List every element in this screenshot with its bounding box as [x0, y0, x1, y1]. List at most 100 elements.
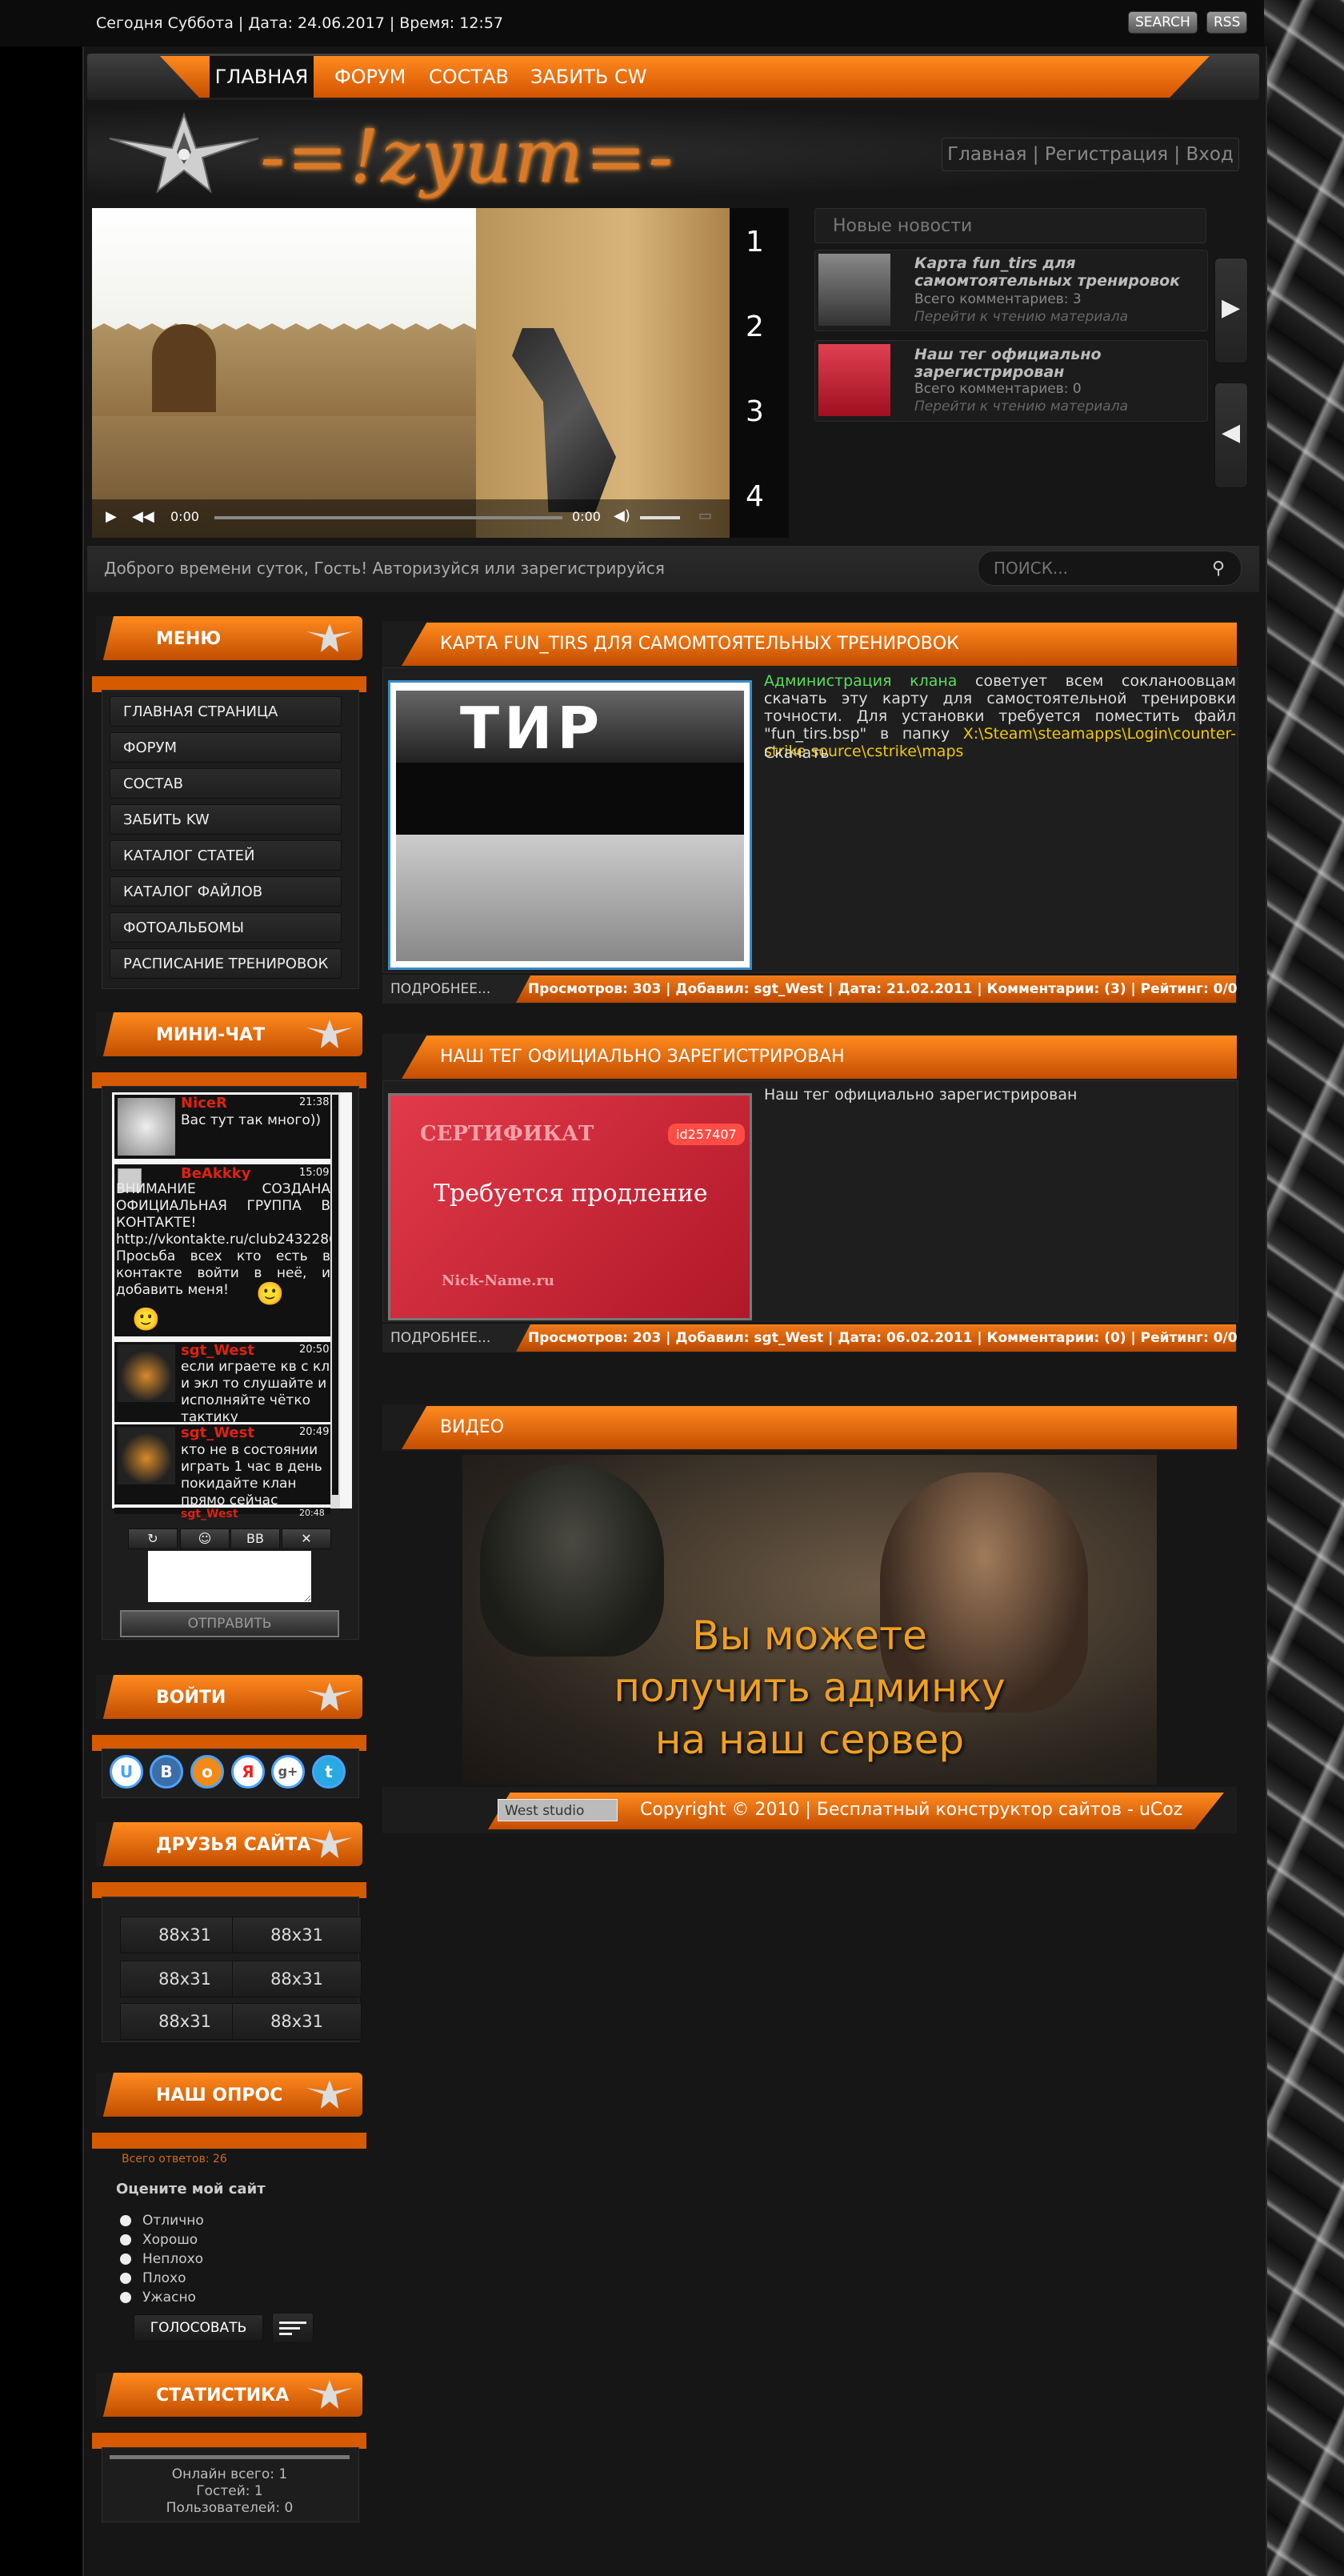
- poll-option[interactable]: Отлично: [120, 2213, 204, 2229]
- ucoz-login-icon[interactable]: U: [110, 1755, 143, 1789]
- menu-item-kw[interactable]: ЗАБИТЬ KW: [110, 804, 342, 835]
- post-title[interactable]: КАРТА FUN_TIRS ДЛЯ САМОМТОЯТЕЛЬНЫХ ТРЕНИ…: [440, 634, 959, 654]
- slide-number-3[interactable]: 3: [746, 395, 764, 428]
- slide-number-2[interactable]: 2: [746, 310, 764, 343]
- poll-option-label: Ужасно: [142, 2290, 196, 2306]
- refresh-icon[interactable]: ↻: [128, 1528, 178, 1549]
- search-input[interactable]: [992, 555, 1203, 581]
- menu-item-photos[interactable]: ФОТОАЛЬБОМЫ: [110, 912, 342, 943]
- news-title[interactable]: Наш тег официально зарегистрирован: [914, 346, 1186, 381]
- block-title: СТАТИСТИКА: [156, 2386, 290, 2406]
- post-meta: Просмотров: 303 | Добавил: sgt_West | Да…: [528, 981, 1238, 997]
- poll-option-label: Неплохо: [142, 2251, 204, 2267]
- vk-login-icon[interactable]: B: [150, 1755, 183, 1789]
- chat-avatar[interactable]: [118, 1427, 175, 1484]
- friend-banner[interactable]: 88x31: [232, 1961, 362, 1997]
- chat-avatar[interactable]: [118, 1344, 175, 1402]
- yandex-login-icon[interactable]: Я: [231, 1755, 265, 1789]
- friend-banner[interactable]: 88x31: [232, 2003, 362, 2040]
- logo-emblem-icon[interactable]: [108, 108, 260, 196]
- read-more-link[interactable]: ПОДРОБНЕЕ...: [390, 981, 490, 997]
- chat-username[interactable]: sgt_West: [181, 1508, 238, 1520]
- smiley-picker-icon[interactable]: ☺: [180, 1528, 230, 1549]
- certificate-brand: Nick-Name.ru: [442, 1272, 554, 1289]
- poll-option[interactable]: Неплохо: [120, 2251, 203, 2267]
- nav-item-forum[interactable]: ФОРУМ: [334, 66, 406, 88]
- user-links[interactable]: Главная | Регистрация | Вход: [942, 138, 1239, 171]
- menu-item-forum[interactable]: ФОРУМ: [110, 732, 342, 763]
- poll-option[interactable]: Хорошо: [120, 2232, 198, 2248]
- chat-time: 20:49: [299, 1426, 330, 1438]
- video-progress-bar[interactable]: [214, 516, 562, 519]
- chat-username[interactable]: sgt_West: [181, 1424, 254, 1441]
- volume-icon[interactable]: ◀): [614, 507, 630, 524]
- poll-option[interactable]: Ужасно: [120, 2290, 196, 2306]
- menu-item-roster[interactable]: СОСТАВ: [110, 768, 342, 799]
- bbcode-button[interactable]: BB: [230, 1528, 280, 1549]
- login-block-header: ВОЙТИ: [96, 1675, 362, 1719]
- friend-banner[interactable]: 88x31: [120, 1961, 250, 1997]
- radio-icon[interactable]: [120, 2253, 131, 2265]
- twitter-login-icon[interactable]: t: [312, 1755, 346, 1789]
- friend-banner[interactable]: 88x31: [120, 2003, 250, 2040]
- smiley-icon: 🙂: [256, 1280, 284, 1307]
- chat-scroll-thumb[interactable]: [332, 1095, 338, 1495]
- chat-message-input[interactable]: [148, 1551, 311, 1602]
- nav-item-cw[interactable]: ЗАБИТЬ CW: [530, 66, 646, 88]
- side-decoration: [1264, 0, 1344, 2576]
- rewind-icon[interactable]: ◀◀: [132, 508, 154, 525]
- radio-icon[interactable]: [120, 2292, 131, 2303]
- odnoklassniki-login-icon[interactable]: o: [190, 1755, 224, 1789]
- slide-number-4[interactable]: 4: [746, 480, 764, 513]
- chat-username[interactable]: BeAkkky: [181, 1165, 251, 1182]
- search-button[interactable]: SEARCH: [1128, 11, 1198, 34]
- site-logo-text[interactable]: -=!zyum=-: [260, 120, 674, 194]
- fullscreen-icon[interactable]: ▭: [698, 507, 712, 524]
- chat-username[interactable]: NiceR: [181, 1095, 227, 1112]
- news-thumbnail[interactable]: [818, 344, 890, 416]
- block-divider: [92, 1882, 366, 1898]
- chat-username[interactable]: sgt_West: [181, 1342, 254, 1359]
- chat-send-button[interactable]: ОТПРАВИТЬ: [120, 1610, 339, 1637]
- poll-results-button[interactable]: [272, 2313, 314, 2343]
- poll-option[interactable]: Плохо: [120, 2270, 186, 2286]
- vote-button[interactable]: ГОЛОСОВАТЬ: [134, 2314, 263, 2342]
- post-image-wall: [396, 835, 744, 961]
- nav-item-home[interactable]: ГЛАВНАЯ: [210, 56, 314, 98]
- google-plus-login-icon[interactable]: g+: [271, 1755, 305, 1789]
- rss-button[interactable]: RSS: [1206, 11, 1248, 34]
- menu-item-home[interactable]: ГЛАВНАЯ СТРАНИЦА: [110, 696, 342, 727]
- play-icon[interactable]: ▶: [106, 508, 117, 525]
- news-title[interactable]: Карта fun_tirs для самомтоятельных трени…: [914, 254, 1186, 290]
- search-icon[interactable]: ⚲: [1212, 559, 1225, 579]
- read-more-link[interactable]: ПОДРОБНЕЕ...: [390, 1330, 490, 1346]
- chat-avatar[interactable]: [118, 1098, 175, 1156]
- emblem-icon: [306, 1020, 353, 1048]
- download-link[interactable]: Скачать: [764, 744, 830, 762]
- nav-item-roster[interactable]: СОСТАВ: [429, 66, 509, 88]
- smiley-icon: 🙂: [132, 1306, 160, 1332]
- menu-item-schedule[interactable]: РАСПИСАНИЕ ТРЕНИРОВОК: [110, 948, 342, 979]
- slider-prev-button[interactable]: ◀: [1214, 383, 1248, 488]
- arrow-left-icon: ◀: [1222, 419, 1241, 447]
- slide-number-1[interactable]: 1: [746, 226, 764, 258]
- block-divider: [92, 2133, 366, 2149]
- friend-banner[interactable]: 88x31: [232, 1917, 362, 1953]
- news-comments: Всего комментариев: 0: [914, 381, 1082, 397]
- west-studio-image[interactable]: West studio: [498, 1799, 618, 1821]
- admin-link[interactable]: Администрация клана: [764, 672, 957, 690]
- news-thumbnail[interactable]: [818, 254, 890, 326]
- friend-banner[interactable]: 88x31: [120, 1917, 250, 1953]
- menu-item-articles[interactable]: КАТАЛОГ СТАТЕЙ: [110, 840, 342, 871]
- news-read-link[interactable]: Перейти к чтению материала: [914, 399, 1128, 415]
- slider-next-button[interactable]: ▶: [1214, 258, 1248, 363]
- post-title[interactable]: НАШ ТЕГ ОФИЦИАЛЬНО ЗАРЕГИСТРИРОВАН: [440, 1047, 845, 1067]
- radio-icon[interactable]: [120, 2273, 131, 2284]
- menu-item-files[interactable]: КАТАЛОГ ФАЙЛОВ: [110, 876, 342, 907]
- news-read-link[interactable]: Перейти к чтению материала: [914, 309, 1128, 325]
- tools-icon[interactable]: ✕: [282, 1528, 331, 1549]
- radio-icon[interactable]: [120, 2234, 131, 2245]
- radio-icon[interactable]: [120, 2215, 131, 2226]
- volume-slider[interactable]: [640, 516, 680, 519]
- block-title: МЕНЮ: [156, 629, 222, 649]
